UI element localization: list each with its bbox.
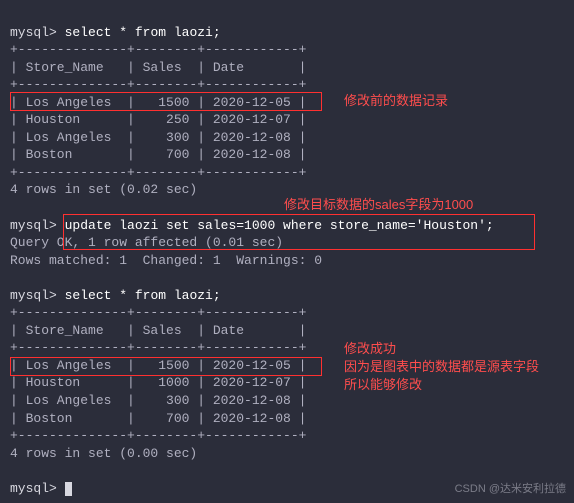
table-row: | Los Angeles | 300 | 2020-12-08 | (10, 393, 306, 408)
cursor-icon[interactable] (65, 482, 72, 496)
select-query-2: select * from laozi; (65, 288, 221, 303)
mysql-prompt: mysql> (10, 288, 57, 303)
table-sep: +--------------+--------+------------+ (10, 340, 306, 355)
terminal-output: mysql> select * from laozi; +-----------… (0, 0, 574, 503)
table-row: | Boston | 700 | 2020-12-08 | (10, 147, 306, 162)
annotation-before: 修改前的数据记录 (344, 92, 448, 110)
table-sep: +--------------+--------+------------+ (10, 42, 306, 57)
table-sep: +--------------+--------+------------+ (10, 305, 306, 320)
annotation-after-line1: 修改成功 (344, 340, 539, 358)
rows-matched: Rows matched: 1 Changed: 1 Warnings: 0 (10, 253, 322, 268)
table-row: | Houston | 250 | 2020-12-07 | (10, 112, 306, 127)
table-row: | Boston | 700 | 2020-12-08 | (10, 411, 306, 426)
table-header: | Store_Name | Sales | Date | (10, 323, 306, 338)
table-header: | Store_Name | Sales | Date | (10, 60, 306, 75)
table-row: | Los Angeles | 300 | 2020-12-08 | (10, 130, 306, 145)
select-query-1: select * from laozi; (65, 25, 221, 40)
table-sep: +--------------+--------+------------+ (10, 428, 306, 443)
table-sep: +--------------+--------+------------+ (10, 77, 306, 92)
annotation-after-line2: 因为是图表中的数据都是源表字段 (344, 358, 539, 376)
result-rows: 4 rows in set (0.02 sec) (10, 182, 197, 197)
mysql-prompt: mysql> (10, 25, 57, 40)
annotation-after-line3: 所以能够修改 (344, 376, 539, 394)
annotation-after: 修改成功 因为是图表中的数据都是源表字段 所以能够修改 (344, 340, 539, 395)
table-row: | Los Angeles | 1500 | 2020-12-05 | (10, 358, 306, 373)
watermark-text: CSDN @达米安利拉德 (455, 480, 566, 496)
table-row: | Houston | 1000 | 2020-12-07 | (10, 375, 306, 390)
result-rows: 4 rows in set (0.00 sec) (10, 446, 197, 461)
annotation-update: 修改目标数据的sales字段为1000 (284, 196, 473, 214)
table-row: | Los Angeles | 1500 | 2020-12-05 | (10, 95, 306, 110)
update-query: update laozi set sales=1000 where store_… (65, 218, 494, 233)
table-sep: +--------------+--------+------------+ (10, 165, 306, 180)
query-ok: Query OK, 1 row affected (0.01 sec) (10, 235, 283, 250)
mysql-prompt: mysql> (10, 481, 57, 496)
mysql-prompt: mysql> (10, 218, 57, 233)
